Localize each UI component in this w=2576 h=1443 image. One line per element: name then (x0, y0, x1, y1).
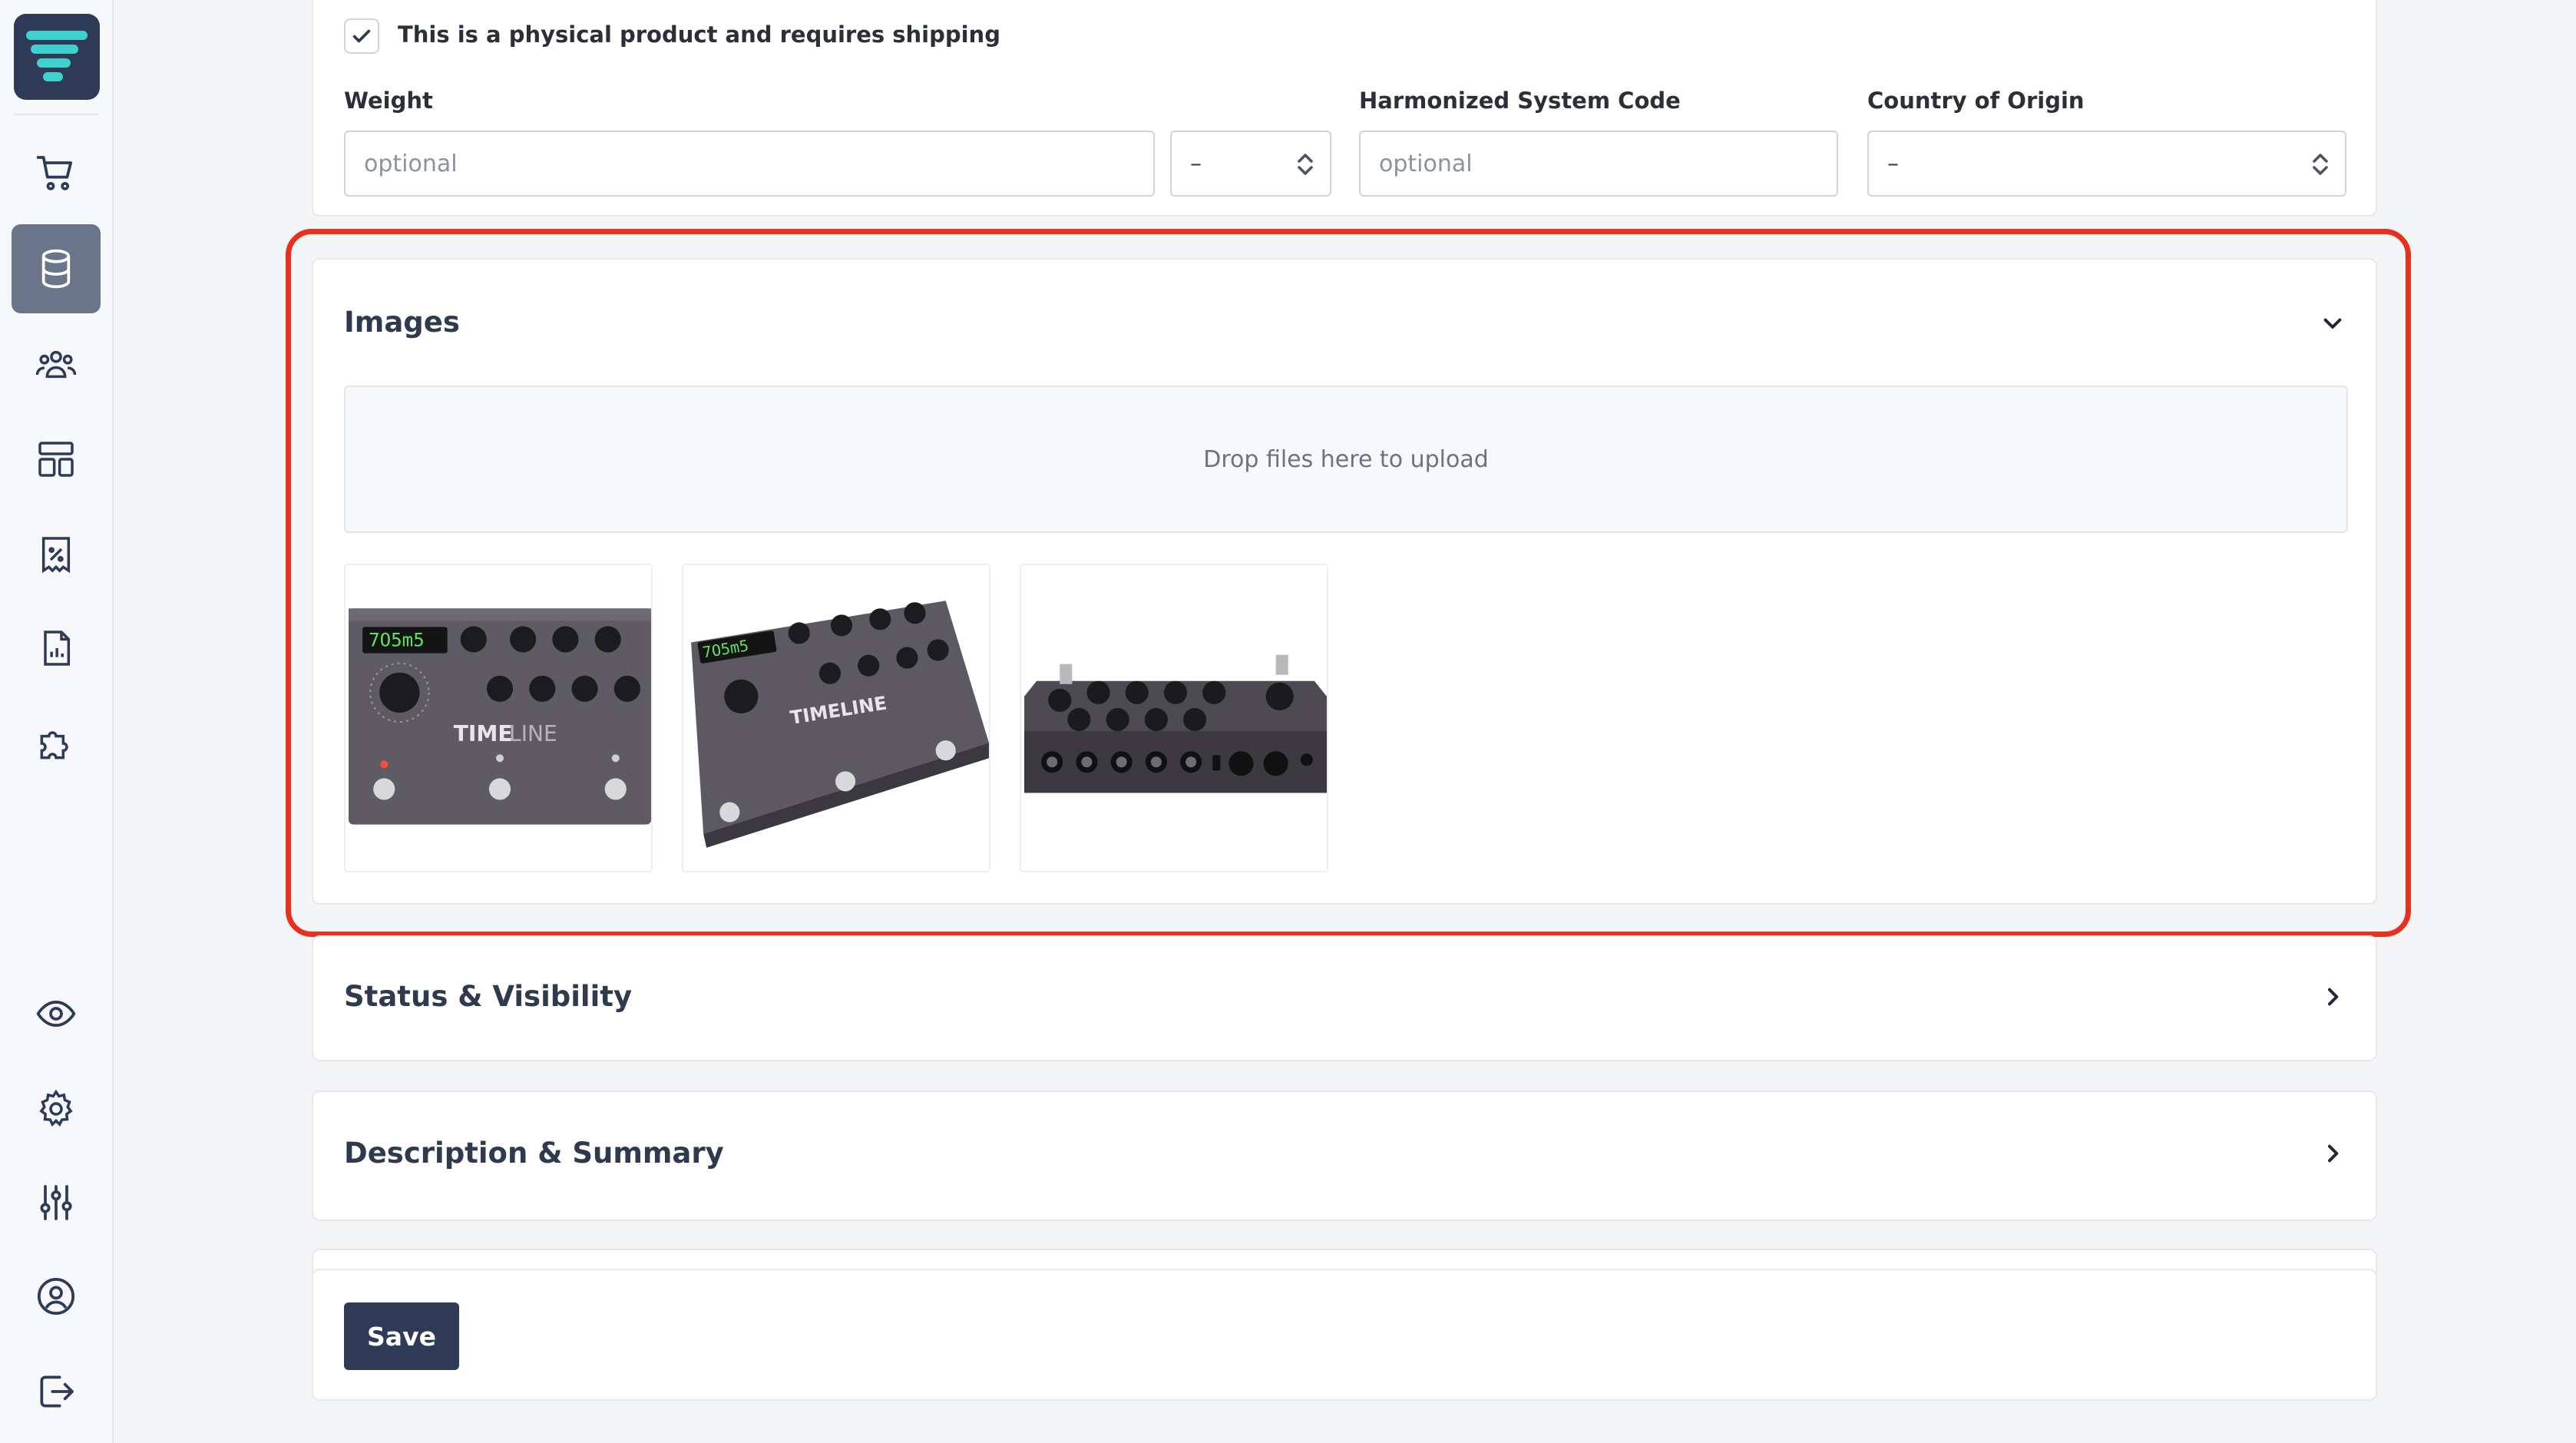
chevron-down-icon[interactable] (2320, 312, 2345, 336)
users-icon[interactable] (12, 319, 101, 409)
logo-icon[interactable] (14, 14, 100, 100)
shipping-section: This is a physical product and requires … (312, 0, 2377, 217)
gear-icon[interactable] (12, 1064, 101, 1153)
database-icon[interactable] (12, 224, 101, 313)
weight-input-placeholder: optional (364, 150, 458, 177)
hs-code-label: Harmonized System Code (1359, 88, 1681, 114)
pedal-angled-image[interactable]: 7O5m5 TIMELINE (682, 564, 990, 872)
country-value: – (1887, 150, 1899, 177)
sidebar-divider (14, 114, 98, 115)
weight-unit-select[interactable]: – (1170, 131, 1331, 197)
sliders-icon[interactable] (12, 1158, 101, 1247)
user-circle-icon[interactable] (12, 1252, 101, 1341)
pedal-back-image[interactable] (1020, 564, 1328, 872)
receipt-icon[interactable] (12, 510, 101, 599)
hs-code-placeholder: optional (1379, 150, 1473, 177)
pedal-front-image[interactable]: 7O5m5 TIME LINE (344, 564, 653, 872)
images-section: Images Drop files here to upload 7O5m5 T… (312, 258, 2377, 905)
description-summary-section[interactable]: Description & Summary (312, 1091, 2377, 1221)
svg-text:TIME: TIME (454, 721, 513, 746)
chevron-right-icon[interactable] (2320, 1141, 2345, 1166)
svg-text:LINE: LINE (509, 721, 557, 746)
select-caret-icon (2313, 154, 2328, 175)
check-icon (352, 29, 371, 43)
status-visibility-section[interactable]: Status & Visibility (312, 935, 2377, 1061)
country-label: Country of Origin (1867, 88, 2085, 114)
select-caret-icon (1298, 154, 1313, 175)
save-button[interactable]: Save (344, 1302, 459, 1370)
puzzle-icon[interactable] (12, 699, 101, 788)
logout-icon[interactable] (12, 1347, 101, 1436)
description-summary-title: Description & Summary (344, 1137, 724, 1170)
weight-unit-value: – (1190, 150, 1202, 177)
weight-label: Weight (344, 88, 433, 114)
status-visibility-title: Status & Visibility (344, 980, 633, 1013)
weight-input[interactable]: optional (344, 131, 1155, 197)
cart-icon[interactable] (12, 129, 101, 218)
chevron-right-icon[interactable] (2320, 985, 2345, 1009)
sidebar (0, 0, 114, 1443)
hs-code-input[interactable]: optional (1359, 131, 1838, 197)
eye-icon[interactable] (12, 969, 101, 1058)
image-dropzone[interactable]: Drop files here to upload (344, 386, 2348, 533)
report-icon[interactable] (12, 604, 101, 693)
images-title: Images (344, 306, 460, 339)
shipping-checkbox[interactable] (344, 18, 379, 54)
shipping-checkbox-label: This is a physical product and requires … (398, 22, 1000, 48)
dropzone-text: Drop files here to upload (1203, 445, 1489, 473)
country-select[interactable]: – (1867, 131, 2346, 197)
svg-text:7O5m5: 7O5m5 (369, 630, 425, 651)
layout-icon[interactable] (12, 415, 101, 504)
save-bar: Save (312, 1269, 2377, 1401)
